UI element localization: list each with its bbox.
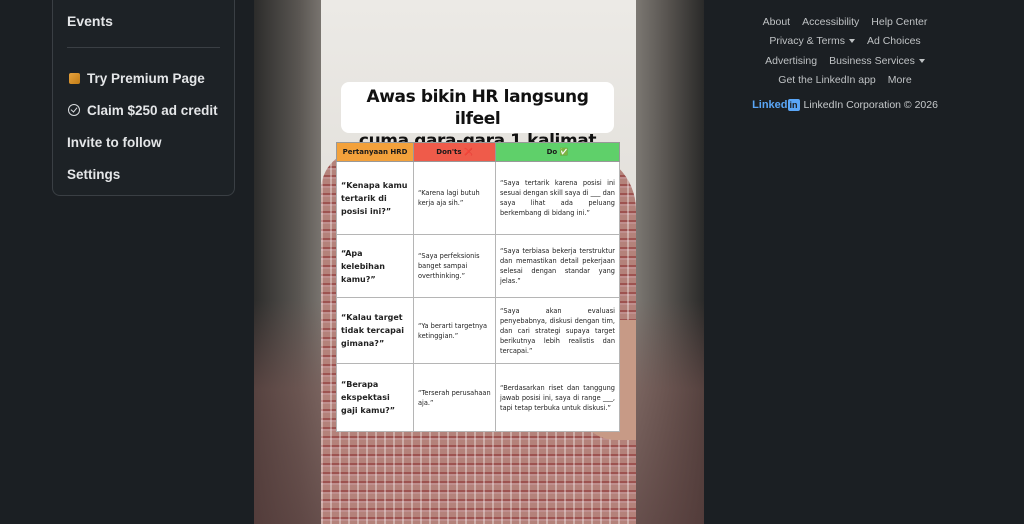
dont-cell: “Karena lagi butuh kerja aja sih.” — [413, 161, 496, 235]
sidebar-item-try-premium[interactable]: Try Premium Page — [67, 62, 220, 94]
footer-link-accessibility[interactable]: Accessibility — [802, 16, 859, 28]
column-header-pertanyaan: Pertanyaan HRD — [336, 142, 414, 162]
interview-tips-table: Pertanyaan HRD Don'ts ❌ Do ✅ “Kenapa kam… — [336, 142, 620, 432]
footer-link-help-center[interactable]: Help Center — [871, 16, 927, 28]
table-row: “Berapa ekspektasi gaji kamu?” “Terserah… — [336, 363, 620, 432]
linkedin-logo-icon: in — [787, 99, 800, 111]
sidebar-item-invite-to-follow[interactable]: Invite to follow — [67, 126, 220, 158]
footer-link-privacy-terms[interactable]: Privacy & Terms — [769, 35, 855, 47]
footer-link-about[interactable]: About — [763, 16, 790, 28]
do-cell: “Saya tertarik karena posisi ini sesuai … — [495, 161, 620, 235]
sidebar-divider — [67, 47, 220, 48]
footer-brand: Linked in LinkedIn Corporation © 2026 — [737, 99, 953, 111]
footer-link-label: Business Services — [829, 54, 915, 67]
linkedin-logo: Linked — [752, 99, 788, 111]
footer-link-business-services[interactable]: Business Services — [829, 55, 925, 67]
video-overlay-title: Awas bikin HR langsung ilfeel cuma gara-… — [341, 82, 614, 173]
footer-row: Get the LinkedIn app More — [737, 71, 953, 91]
sidebar-item-label: Try Premium Page — [87, 70, 205, 86]
do-cell: “Saya terbiasa bekerja terstruktur dan m… — [495, 234, 620, 298]
sidebar-item-settings[interactable]: Settings — [67, 158, 220, 190]
chevron-down-icon — [848, 39, 855, 44]
ad-credit-icon — [67, 103, 81, 117]
footer-link-advertising[interactable]: Advertising — [765, 55, 817, 67]
question-cell: “Kalau target tidak tercapai gimana?” — [336, 297, 414, 364]
table-row: “Kenapa kamu tertarik di posisi ini?” “K… — [336, 161, 620, 235]
footer-row: About Accessibility Help Center — [737, 12, 953, 32]
table-row: “Kalau target tidak tercapai gimana?” “Y… — [336, 297, 620, 364]
premium-icon — [67, 71, 81, 85]
footer-link-label: Privacy & Terms — [769, 35, 845, 48]
sidebar-item-label: Invite to follow — [67, 134, 162, 150]
footer-link-ad-choices[interactable]: Ad Choices — [867, 35, 921, 47]
footer-row: Advertising Business Services — [737, 51, 953, 71]
sidebar-item-label: Claim $250 ad credit — [87, 102, 218, 118]
sidebar-item-claim-ad-credit[interactable]: Claim $250 ad credit — [67, 94, 220, 126]
table-header-row: Pertanyaan HRD Don'ts ❌ Do ✅ — [336, 142, 620, 162]
question-cell: “Kenapa kamu tertarik di posisi ini?” — [336, 161, 414, 235]
footer-links: About Accessibility Help Center Privacy … — [737, 12, 953, 111]
column-header-do: Do ✅ — [495, 142, 620, 162]
column-header-donts: Don'ts ❌ — [413, 142, 496, 162]
dont-cell: “Saya perfeksionis banget sampai overthi… — [413, 234, 496, 298]
question-cell: “Berapa ekspektasi gaji kamu?” — [336, 363, 414, 432]
dont-cell: “Terserah perusahaan aja.” — [413, 363, 496, 432]
sidebar-item-label: Settings — [67, 166, 121, 182]
footer-link-more[interactable]: More — [888, 74, 912, 86]
copyright-text: LinkedIn Corporation © 2026 — [803, 99, 938, 111]
do-cell: “Saya akan evaluasi penyebabnya, diskusi… — [495, 297, 620, 364]
table-row: “Apa kelebihan kamu?” “Saya perfeksionis… — [336, 234, 620, 298]
chevron-down-icon — [918, 58, 925, 63]
sidebar-item-events[interactable]: Events — [67, 13, 220, 39]
sidebar-card: Events Try Premium Page Claim $250 ad cr… — [52, 0, 235, 196]
do-cell: “Berdasarkan riset dan tanggung jawab po… — [495, 363, 620, 432]
footer-row: Privacy & Terms Ad Choices — [737, 32, 953, 52]
dont-cell: “Ya berarti targetnya ketinggian.” — [413, 297, 496, 364]
footer-link-get-app[interactable]: Get the LinkedIn app — [778, 74, 876, 86]
question-cell: “Apa kelebihan kamu?” — [336, 234, 414, 298]
